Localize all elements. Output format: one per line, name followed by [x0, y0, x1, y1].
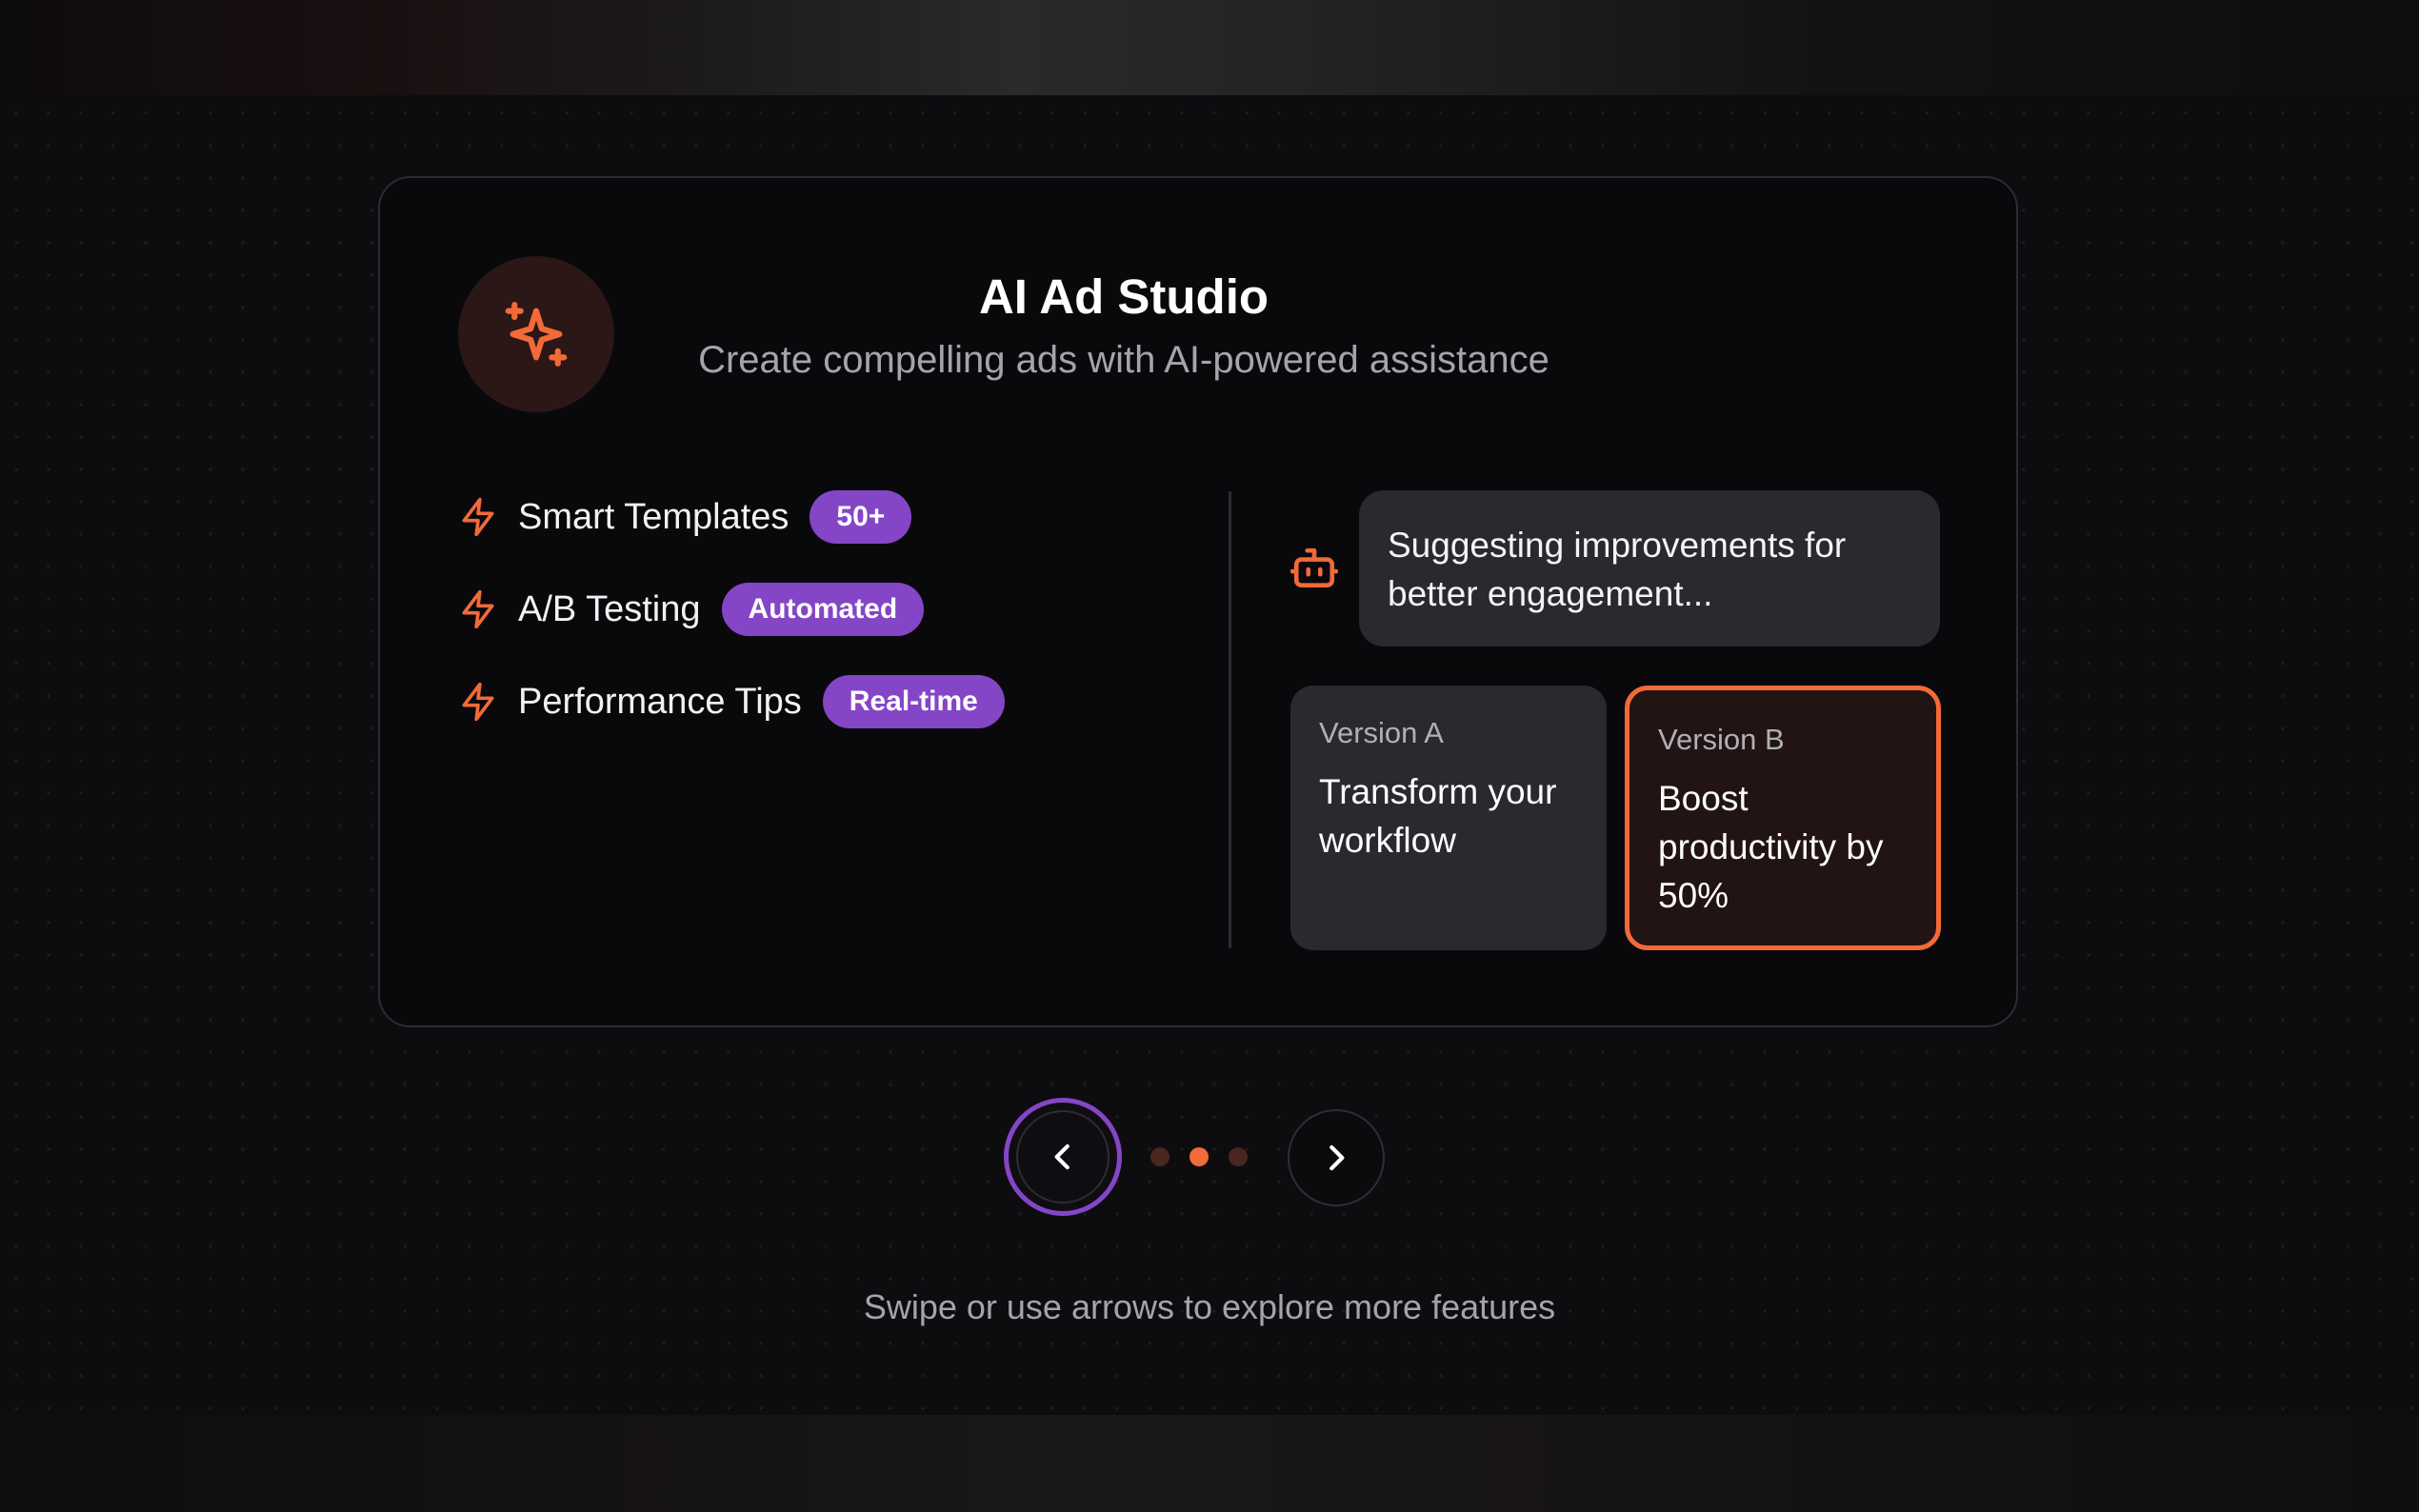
- version-name: Version A: [1319, 716, 1444, 749]
- version-text: Transform your workflow: [1319, 772, 1557, 860]
- lightning-icon: [462, 682, 494, 722]
- feature-label: Performance Tips: [518, 681, 802, 722]
- page-subtitle: Create compelling ads with AI-powered as…: [698, 339, 1549, 381]
- version-text: Boost productivity by 50%: [1658, 779, 1884, 915]
- feature-item-smart-templates: Smart Templates 50+: [457, 487, 1005, 547]
- feature-item-ab-testing: A/B Testing Automated: [457, 580, 1005, 639]
- carousel-dot-3[interactable]: [1229, 1147, 1248, 1166]
- feature-badge: Real-time: [822, 675, 1005, 728]
- version-b-card[interactable]: Version B Boost productivity by 50%: [1625, 686, 1941, 950]
- chevron-right-icon: [1329, 1144, 1345, 1171]
- sparkles-icon: [505, 302, 568, 367]
- page-title: AI Ad Studio: [978, 269, 1269, 324]
- column-divider: [1229, 491, 1231, 948]
- carousel-dot-1[interactable]: [1150, 1147, 1170, 1166]
- feature-badge: 50+: [810, 490, 912, 544]
- bot-icon: [1290, 547, 1338, 587]
- chevron-left-icon: [1054, 1144, 1070, 1170]
- carousel-dot-2[interactable]: [1190, 1147, 1209, 1166]
- assistant-message: Suggesting improvements for better engag…: [1359, 490, 1940, 647]
- version-name: Version B: [1658, 723, 1785, 756]
- feature-item-performance-tips: Performance Tips Real-time: [457, 672, 1005, 731]
- version-a-card[interactable]: Version A Transform your workflow: [1290, 686, 1607, 950]
- bottom-band: [0, 1415, 2419, 1512]
- next-button[interactable]: [1288, 1109, 1385, 1206]
- feature-label: A/B Testing: [518, 588, 701, 629]
- top-band: [0, 0, 2419, 95]
- lightning-icon: [462, 589, 494, 629]
- carousel-dots: [1150, 1147, 1268, 1166]
- navigation-hint: Swipe or use arrows to explore more feat…: [863, 1287, 1556, 1326]
- lightning-icon: [462, 497, 494, 537]
- hero-icon-circle: [458, 256, 614, 412]
- feature-label: Smart Templates: [518, 496, 790, 537]
- previous-button[interactable]: [1004, 1098, 1122, 1216]
- feature-list: Smart Templates 50+ A/B Testing Automate…: [457, 487, 1005, 765]
- feature-badge: Automated: [721, 583, 925, 636]
